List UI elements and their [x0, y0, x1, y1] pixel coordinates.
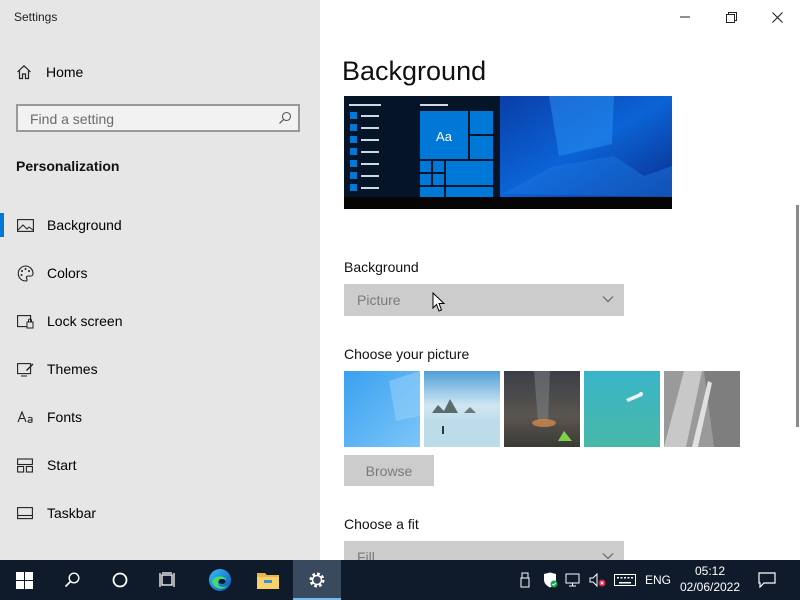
windows-logo-icon: [15, 571, 33, 589]
search-input[interactable]: [28, 110, 272, 128]
sidebar: Settings Home Personalization Background…: [0, 0, 320, 560]
clock[interactable]: 05:12 02/06/2022: [672, 563, 748, 595]
action-center-button[interactable]: [754, 560, 780, 600]
active-indicator: [0, 213, 4, 237]
desktop-preview: Aa: [344, 96, 672, 209]
picture-icon: [16, 216, 34, 234]
chevron-down-icon: [602, 296, 614, 303]
file-explorer-button[interactable]: [244, 560, 292, 600]
search-icon: [64, 572, 80, 588]
page-title: Background: [342, 56, 487, 86]
sidebar-item-label: Start: [47, 457, 77, 473]
start-button[interactable]: [0, 560, 48, 600]
app-title: Settings: [14, 10, 58, 24]
fit-dropdown-value: Fill: [357, 549, 375, 560]
sidebar-item-label: Lock screen: [47, 313, 123, 329]
settings-icon: [309, 572, 325, 588]
browse-button[interactable]: Browse: [344, 455, 434, 486]
background-dropdown-value: Picture: [357, 292, 401, 308]
sidebar-item-label: Themes: [47, 361, 98, 377]
keyboard-tray-icon[interactable]: [612, 560, 638, 600]
language-indicator[interactable]: ENG: [642, 560, 674, 600]
minimize-icon: [680, 16, 690, 18]
sidebar-item-background[interactable]: Background: [0, 201, 320, 249]
usb-tray-icon[interactable]: [516, 560, 534, 600]
home-nav-item[interactable]: Home: [16, 64, 83, 80]
search-box[interactable]: [16, 104, 300, 132]
choose-picture-label: Choose your picture: [344, 346, 470, 362]
network-tray-icon[interactable]: [564, 560, 584, 600]
picture-thumb-beach-rocks[interactable]: [424, 371, 500, 447]
palette-icon: [16, 264, 34, 282]
picture-gallery: [344, 371, 740, 447]
fit-dropdown[interactable]: Fill: [344, 541, 624, 560]
scrollbar[interactable]: [796, 205, 799, 427]
file-explorer-icon: [257, 573, 279, 589]
taskbar: ENG 05:12 02/06/2022: [0, 560, 800, 600]
sidebar-item-lock-screen[interactable]: Lock screen: [0, 297, 320, 345]
maximize-button[interactable]: [708, 6, 754, 28]
clock-date: 02/06/2022: [679, 580, 741, 594]
cortana-button[interactable]: [96, 560, 144, 600]
lock-screen-icon: [16, 312, 34, 330]
preview-tile-text: Aa: [436, 129, 453, 144]
cortana-icon: [112, 572, 128, 588]
choose-fit-label: Choose a fit: [344, 516, 419, 532]
volume-muted-tray-icon[interactable]: [588, 560, 608, 600]
background-dropdown[interactable]: Picture: [344, 284, 624, 316]
background-label: Background: [344, 259, 419, 275]
picture-thumb-night-sky-tent[interactable]: [504, 371, 580, 447]
sidebar-item-themes[interactable]: Themes: [0, 345, 320, 393]
security-tray-icon[interactable]: [540, 560, 560, 600]
edge-button[interactable]: [196, 560, 244, 600]
restore-icon: [725, 11, 737, 23]
sidebar-item-fonts[interactable]: Fonts: [0, 393, 320, 441]
sidebar-item-colors[interactable]: Colors: [0, 249, 320, 297]
section-title: Personalization: [16, 158, 120, 174]
fonts-icon: [16, 408, 34, 426]
sidebar-item-label: Colors: [47, 265, 88, 281]
taskbar-search-button[interactable]: [48, 560, 96, 600]
picture-thumb-underwater-swimmer[interactable]: [584, 371, 660, 447]
taskbar-icon: [16, 504, 34, 522]
sidebar-item-label: Background: [47, 217, 122, 233]
picture-thumb-windows-blue[interactable]: [344, 371, 420, 447]
home-label: Home: [46, 64, 84, 80]
themes-icon: [16, 360, 34, 378]
sidebar-item-taskbar[interactable]: Taskbar: [0, 489, 320, 537]
task-view-button[interactable]: [144, 560, 192, 600]
sidebar-item-label: Taskbar: [47, 505, 97, 521]
minimize-button[interactable]: [662, 6, 708, 28]
sidebar-nav: Background Colors Lock screen Themes Fon…: [0, 201, 320, 537]
edge-icon: [209, 569, 231, 591]
picture-thumb-rock-cliff[interactable]: [664, 371, 740, 447]
start-icon: [16, 456, 34, 474]
close-button[interactable]: [754, 6, 800, 28]
clock-time: 05:12: [694, 564, 726, 578]
task-view-icon: [159, 572, 175, 587]
notification-icon: [758, 572, 776, 588]
search-icon[interactable]: [278, 111, 292, 125]
sidebar-item-label: Fonts: [47, 409, 83, 425]
home-icon: [17, 64, 31, 80]
settings-taskbar-button[interactable]: [293, 560, 341, 600]
chevron-down-icon: [602, 553, 614, 560]
mouse-cursor-icon: [432, 292, 446, 312]
sidebar-item-start[interactable]: Start: [0, 441, 320, 489]
preview-image: Aa: [344, 96, 672, 209]
close-icon: [771, 11, 783, 23]
main-content: Background Aa Background Picture Choose …: [320, 0, 800, 560]
